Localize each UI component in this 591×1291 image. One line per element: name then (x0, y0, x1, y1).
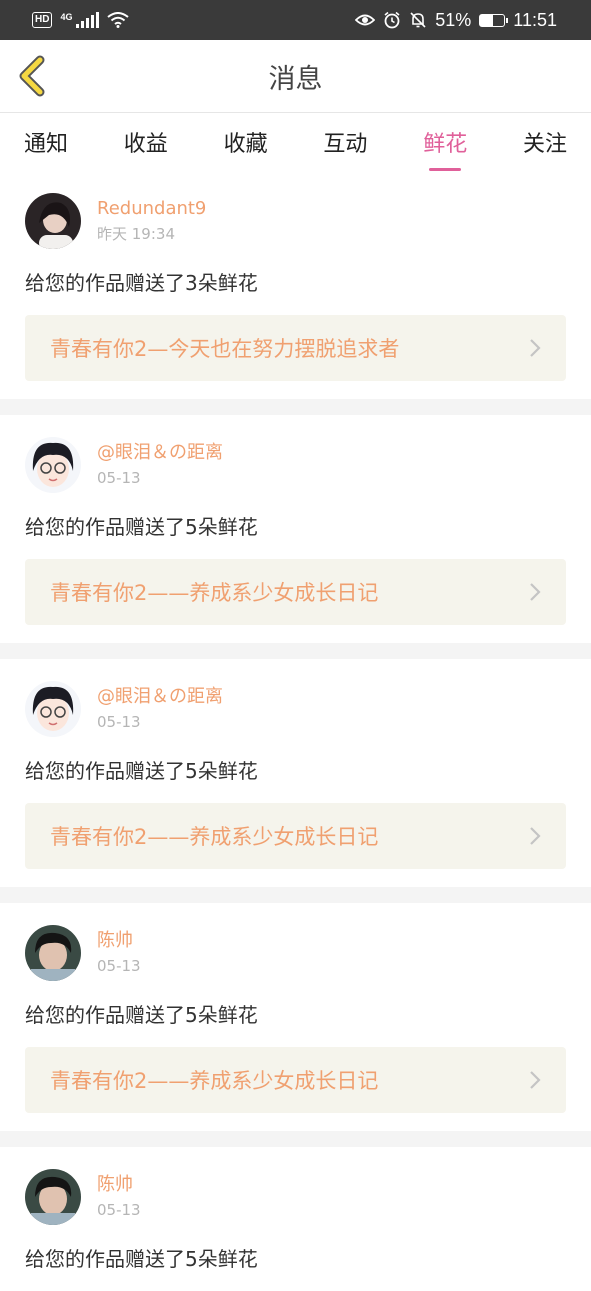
work-link[interactable]: 青春有你2——养成系少女成长日记 (25, 1047, 566, 1113)
wifi-icon (107, 12, 130, 28)
avatar[interactable] (25, 681, 81, 737)
message-text: 给您的作品赠送了5朵鲜花 (25, 515, 258, 539)
network-type: 4G (60, 12, 73, 22)
divider (0, 1131, 591, 1147)
timestamp: 05-13 (97, 957, 141, 975)
tab-favorites[interactable]: 收藏 (224, 126, 268, 158)
battery-percent: 51% (435, 9, 472, 30)
divider (0, 643, 591, 659)
alarm-icon (384, 11, 400, 29)
chevron-right-icon (530, 583, 541, 601)
list-item: Redundant9 昨天 19:34 给您的作品赠送了3朵鲜花 青春有你2—今… (0, 171, 591, 399)
hd-icon: HD (32, 12, 53, 28)
timestamp: 05-13 (97, 713, 141, 731)
list-item: 陈帅 05-13 给您的作品赠送了5朵鲜花 青春有你2——养成系少女成长日记 (0, 903, 591, 1131)
tab-follow[interactable]: 关注 (523, 126, 567, 158)
divider (0, 887, 591, 903)
user-name[interactable]: @眼泪＆の距离 (97, 685, 223, 709)
tab-earnings[interactable]: 收益 (124, 126, 168, 158)
user-name[interactable]: @眼泪＆の距离 (97, 441, 223, 465)
divider (0, 399, 591, 415)
user-row[interactable]: 陈帅 05-13 (25, 925, 566, 981)
message-text: 给您的作品赠送了5朵鲜花 (25, 1003, 258, 1027)
mute-bell-icon (410, 12, 426, 28)
timestamp: 昨天 19:34 (97, 225, 175, 243)
signal-icon (76, 12, 100, 28)
list-item: @眼泪＆の距离 05-13 给您的作品赠送了5朵鲜花 青春有你2——养成系少女成… (0, 659, 591, 887)
list-item: @眼泪＆の距离 05-13 给您的作品赠送了5朵鲜花 青春有你2——养成系少女成… (0, 415, 591, 643)
chevron-right-icon (530, 1071, 541, 1089)
work-title: 青春有你2——养成系少女成长日记 (50, 825, 379, 849)
avatar[interactable] (25, 1169, 81, 1225)
work-title: 青春有你2——养成系少女成长日记 (50, 1069, 379, 1093)
work-title: 青春有你2——养成系少女成长日记 (50, 581, 379, 605)
status-left: HD 4G (32, 12, 130, 28)
timestamp: 05-13 (97, 1201, 141, 1219)
message-text: 给您的作品赠送了5朵鲜花 (25, 759, 258, 783)
user-row[interactable]: Redundant9 昨天 19:34 (25, 193, 566, 249)
chevron-right-icon (530, 827, 541, 845)
page-title: 消息 (268, 63, 323, 95)
work-link[interactable]: 青春有你2——养成系少女成长日记 (25, 803, 566, 869)
avatar[interactable] (25, 193, 81, 249)
status-right: 51% 11:51 (355, 10, 557, 31)
user-row[interactable]: @眼泪＆の距离 05-13 (25, 681, 566, 737)
user-row[interactable]: 陈帅 05-13 (25, 1169, 566, 1225)
work-link[interactable]: 青春有你2——养成系少女成长日记 (25, 559, 566, 625)
tab-flowers[interactable]: 鲜花 (423, 126, 467, 158)
timestamp: 05-13 (97, 469, 141, 487)
tab-interaction[interactable]: 互动 (323, 126, 367, 158)
work-title: 青春有你2—今天也在努力摆脱追求者 (50, 337, 400, 361)
tab-notice[interactable]: 通知 (24, 126, 68, 158)
battery-icon (479, 13, 509, 27)
message-text: 给您的作品赠送了3朵鲜花 (25, 271, 258, 295)
eye-icon (355, 14, 376, 26)
header: 消息 (0, 40, 591, 113)
user-name[interactable]: 陈帅 (97, 1173, 141, 1197)
status-bar: HD 4G 51% 11:51 (0, 0, 591, 40)
chevron-right-icon (530, 339, 541, 357)
work-link[interactable]: 青春有你2—今天也在努力摆脱追求者 (25, 315, 566, 381)
clock: 11:51 (513, 9, 557, 30)
message-text: 给您的作品赠送了5朵鲜花 (25, 1247, 258, 1271)
avatar[interactable] (25, 925, 81, 981)
back-arrow-icon[interactable] (14, 54, 54, 98)
user-name[interactable]: 陈帅 (97, 929, 141, 953)
message-list: Redundant9 昨天 19:34 给您的作品赠送了3朵鲜花 青春有你2—今… (0, 171, 591, 1291)
tab-bar: 通知 收益 收藏 互动 鲜花 关注 (0, 113, 591, 171)
user-name[interactable]: Redundant9 (97, 197, 206, 221)
list-item: 陈帅 05-13 给您的作品赠送了5朵鲜花 (0, 1147, 591, 1291)
avatar[interactable] (25, 437, 81, 493)
user-row[interactable]: @眼泪＆の距离 05-13 (25, 437, 566, 493)
